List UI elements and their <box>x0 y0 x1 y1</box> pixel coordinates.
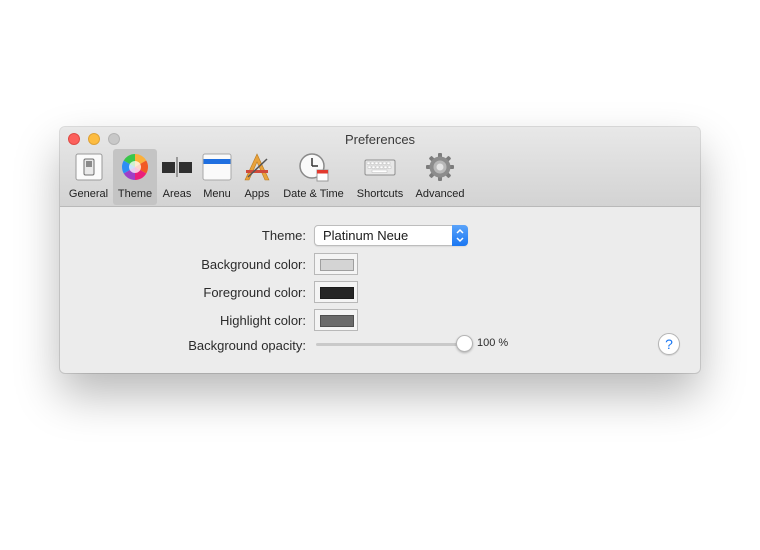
tab-apps-label: Apps <box>244 188 270 200</box>
help-button[interactable]: ? <box>658 333 680 355</box>
tab-general-label: General <box>68 188 109 200</box>
background-color-swatch <box>320 259 354 271</box>
opacity-slider-track[interactable] <box>316 343 464 346</box>
popup-arrows-icon <box>452 225 468 246</box>
general-switch-icon <box>75 153 102 181</box>
tab-advanced-label: Advanced <box>415 188 465 200</box>
menu-bar-icon <box>202 153 232 181</box>
keyboard-icon <box>364 159 396 176</box>
opacity-slider-knob[interactable] <box>455 335 473 352</box>
color-wheel-icon <box>121 154 149 180</box>
preferences-window: Preferences General Theme Areas Menu App… <box>60 127 700 373</box>
tab-shortcuts[interactable]: Shortcuts <box>350 149 410 205</box>
tab-apps[interactable]: Apps <box>237 149 277 205</box>
areas-icon <box>162 157 192 177</box>
window-title: Preferences <box>344 132 416 147</box>
theme-pane: Theme: Platinum Neue Background color: F… <box>60 207 700 373</box>
background-color-well[interactable] <box>314 253 358 275</box>
preferences-toolbar: General Theme Areas Menu Apps Date & Tim… <box>64 149 470 205</box>
tab-shortcuts-label: Shortcuts <box>356 188 404 200</box>
foreground-color-well[interactable] <box>314 281 358 303</box>
highlight-color-label: Highlight color: <box>220 313 306 328</box>
gear-icon <box>426 153 454 181</box>
tab-advanced[interactable]: Advanced <box>410 149 470 205</box>
theme-popup[interactable]: Platinum Neue <box>314 225 468 246</box>
highlight-color-well[interactable] <box>314 309 358 331</box>
tab-date-time[interactable]: Date & Time <box>277 149 350 205</box>
foreground-color-label: Foreground color: <box>203 285 306 300</box>
background-color-label: Background color: <box>201 257 306 272</box>
title-bar: Preferences General Theme Areas Menu App… <box>60 127 700 207</box>
clock-calendar-icon <box>298 153 328 182</box>
highlight-color-swatch <box>320 315 354 327</box>
opacity-value: 100 % <box>477 337 509 349</box>
tab-theme[interactable]: Theme <box>113 149 157 205</box>
background-opacity-label: Background opacity: <box>188 338 306 353</box>
tab-general[interactable]: General <box>64 149 113 205</box>
tab-theme-label: Theme <box>117 188 153 200</box>
tab-date-time-label: Date & Time <box>283 188 344 200</box>
apps-icon <box>244 153 270 181</box>
tab-menu-label: Menu <box>203 188 231 200</box>
tab-areas[interactable]: Areas <box>157 149 197 205</box>
foreground-color-swatch <box>320 287 354 299</box>
tab-areas-label: Areas <box>162 188 192 200</box>
theme-label: Theme: <box>261 228 306 243</box>
theme-popup-value: Platinum Neue <box>323 228 409 243</box>
tab-menu[interactable]: Menu <box>197 149 237 205</box>
